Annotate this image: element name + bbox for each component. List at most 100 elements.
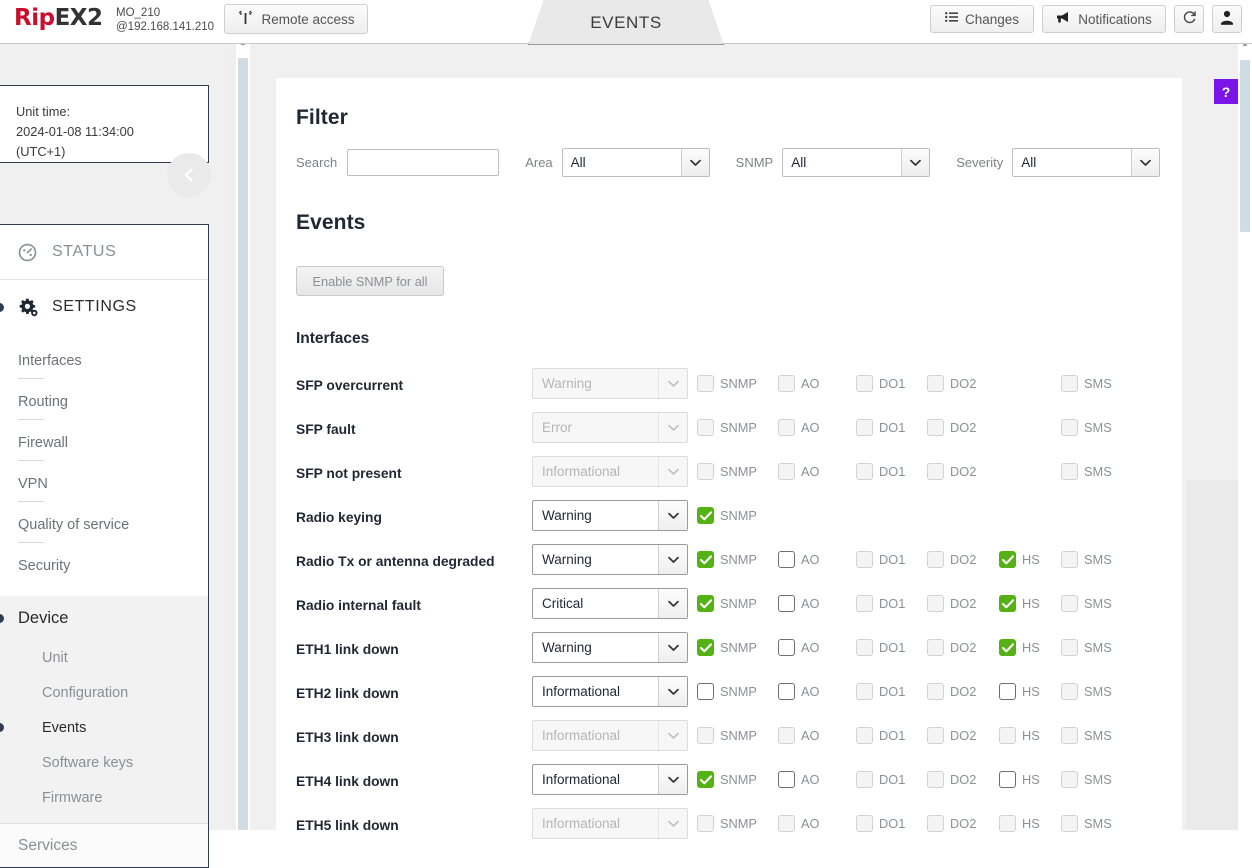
sidebar-item-settings[interactable]: SETTINGS [0,280,208,334]
sidebar-item-software-keys[interactable]: Software keys [0,745,208,780]
page-scrollbar-thumb[interactable] [1240,60,1250,232]
checkbox-hs[interactable]: HS [999,683,1040,700]
sidebar-collapse-button[interactable] [167,153,211,197]
checkbox-box [697,815,714,832]
page-scrollbar[interactable]: ▲ [1238,36,1252,830]
checkbox-box [927,463,944,480]
checkbox-snmp[interactable]: SNMP [697,771,757,788]
help-label: ? [1221,83,1231,100]
severity-select[interactable]: Informational [532,676,688,707]
checkbox-snmp[interactable]: SNMP [697,507,757,524]
checkbox-hs[interactable]: HS [999,639,1040,656]
left-scrollbar-thumb[interactable] [238,58,248,830]
enable-snmp-label: Enable SNMP for all [312,273,428,289]
active-bullet [0,613,4,623]
checkbox-snmp[interactable]: SNMP [697,639,757,656]
checkbox-ao[interactable]: AO [778,771,820,788]
checkbox-label: SNMP [720,816,757,831]
checkbox-sms: SMS [1061,419,1112,436]
changes-button[interactable]: Changes [930,5,1034,33]
sidebar-item-status-label: STATUS [52,243,117,260]
sidebar-item-device[interactable]: Device [0,596,208,640]
area-select[interactable]: All [561,148,710,177]
help-button[interactable]: ? [1214,79,1238,104]
severity-select[interactable]: All [1012,148,1161,177]
sidebar-item-status[interactable]: STATUS [0,225,208,279]
severity-select[interactable]: Informational [532,764,688,795]
notifications-button[interactable]: Notifications [1042,5,1166,33]
checkbox-sms: SMS [1061,639,1112,656]
checkbox-box[interactable] [697,683,714,700]
severity-select[interactable]: Warning [532,544,688,575]
checkbox-ao[interactable]: AO [778,551,820,568]
checkbox-box[interactable] [778,595,795,612]
checkbox-ao[interactable]: AO [778,639,820,656]
event-row: Radio keying Warning SNMP [276,498,1182,542]
checkbox-label: DO1 [879,684,906,699]
checkbox-box[interactable] [778,639,795,656]
user-button[interactable] [1212,5,1242,33]
search-label: Search [296,155,338,170]
check-icon[interactable] [697,551,714,568]
event-name: SFP fault [296,422,356,437]
remote-access-button[interactable]: Remote access [224,4,368,34]
checkbox-snmp[interactable]: SNMP [697,683,757,700]
checkbox-box [856,815,873,832]
app-logo: RipEX2 [14,5,103,31]
checkbox-hs[interactable]: HS [999,595,1040,612]
refresh-button[interactable] [1174,5,1204,33]
sidebar-item-security[interactable]: Security [0,545,208,586]
checkbox-box[interactable] [999,683,1016,700]
checkbox-hs[interactable]: HS [999,551,1040,568]
sidebar-item-firewall[interactable]: Firewall [0,422,208,463]
check-icon[interactable] [697,507,714,524]
enable-snmp-for-all-button[interactable]: Enable SNMP for all [296,266,444,296]
checkbox-label: DO2 [950,464,977,479]
severity-select[interactable]: Critical [532,588,688,619]
checkbox-label: HS [1022,728,1040,743]
check-icon[interactable] [697,771,714,788]
sidebar-item-events[interactable]: Events [0,710,208,745]
severity-value: Informational [542,816,621,831]
checkbox-snmp[interactable]: SNMP [697,595,757,612]
snmp-select[interactable]: All [782,148,931,177]
checkbox-hs[interactable]: HS [999,771,1040,788]
event-name: ETH2 link down [296,686,399,701]
severity-select[interactable]: Warning [532,500,688,531]
changes-label: Changes [964,11,1020,27]
checkbox-snmp[interactable]: SNMP [697,551,757,568]
sidebar-item-firmware[interactable]: Firmware [0,780,208,815]
check-icon[interactable] [999,551,1016,568]
search-input[interactable] [347,149,500,176]
checkbox-box [927,639,944,656]
check-icon[interactable] [697,595,714,612]
checkbox-box [1061,375,1078,392]
sidebar-item-quality-of-service[interactable]: Quality of service [0,504,208,545]
checkbox-box [1061,727,1078,744]
sidebar-item-interfaces[interactable]: Interfaces [0,340,208,381]
list-icon [944,11,958,27]
checkbox-box[interactable] [778,771,795,788]
check-icon[interactable] [999,639,1016,656]
sidebar-item-configuration[interactable]: Configuration [0,675,208,710]
checkbox-box[interactable] [778,683,795,700]
tab-events[interactable] [528,0,724,45]
severity-select[interactable]: Warning [532,632,688,663]
checkbox-ao[interactable]: AO [778,595,820,612]
check-icon[interactable] [697,639,714,656]
unit-name: MO_210 [116,7,161,19]
checkbox-box [927,815,944,832]
checkbox-box[interactable] [778,551,795,568]
severity-select: Informational [532,720,688,751]
check-icon[interactable] [999,595,1016,612]
sidebar-item-vpn[interactable]: VPN [0,463,208,504]
sidebar-item-label: Interfaces [18,352,82,369]
checkbox-ao[interactable]: AO [778,683,820,700]
sidebar-item-unit[interactable]: Unit [0,640,208,675]
sidebar-item-routing[interactable]: Routing [0,381,208,422]
checkbox-box [927,551,944,568]
checkbox-box [1061,771,1078,788]
divider [18,460,44,461]
left-scrollbar[interactable]: ▲ [236,36,250,830]
checkbox-box[interactable] [999,771,1016,788]
